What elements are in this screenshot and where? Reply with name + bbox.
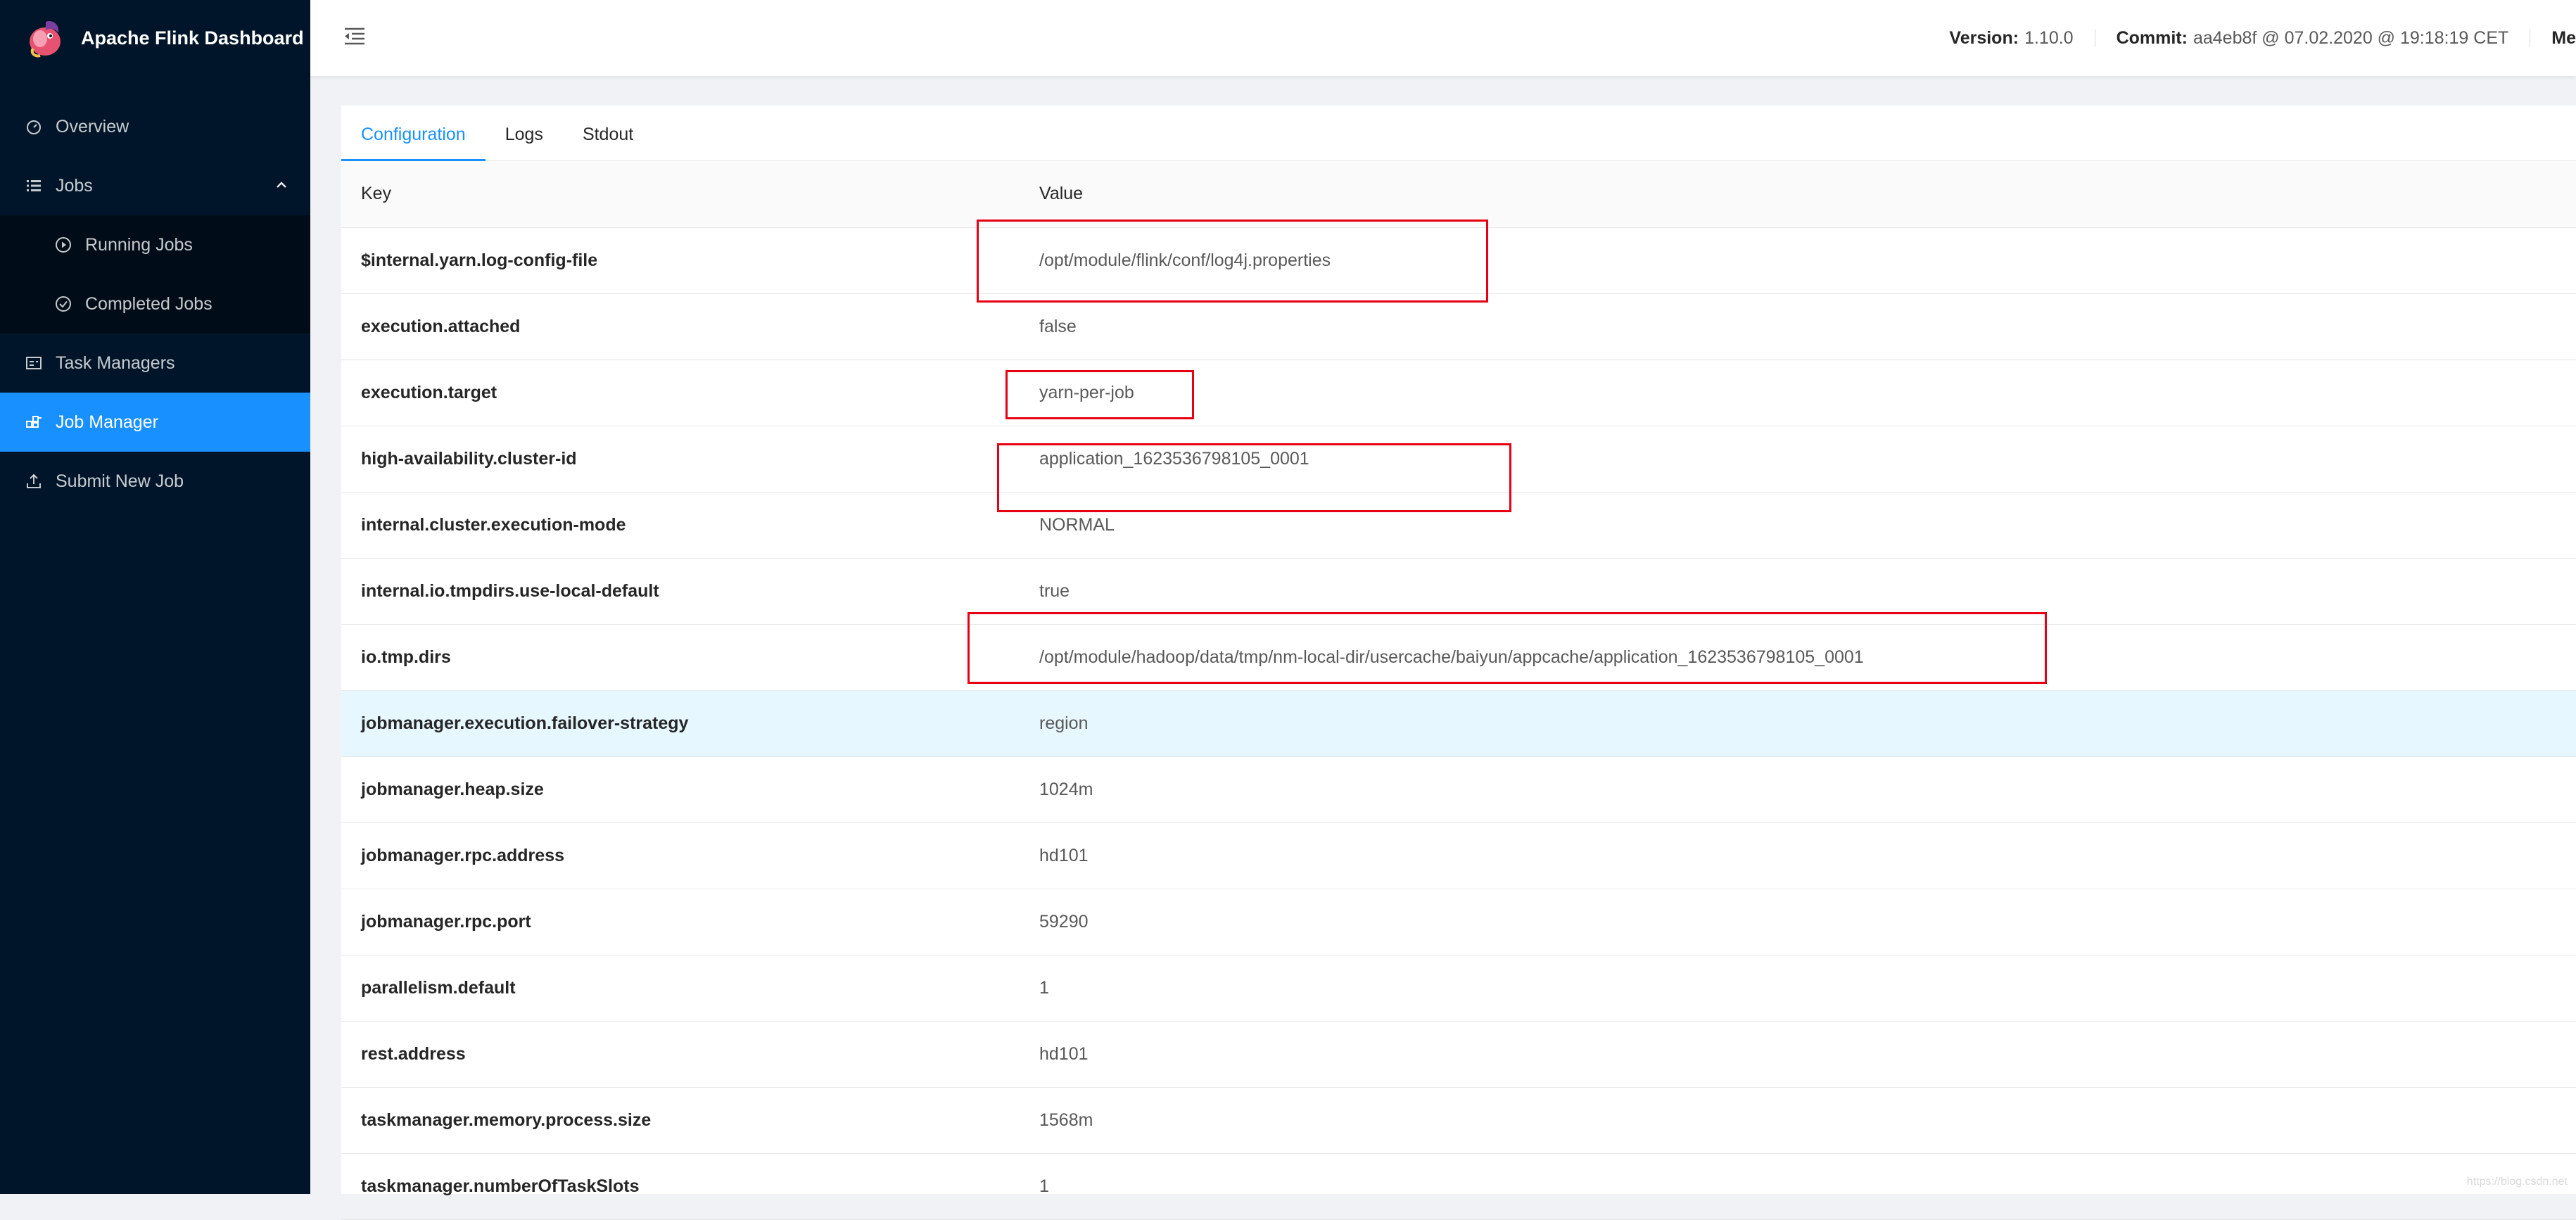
version-value: 1.10.0 — [2024, 28, 2074, 49]
sidebar-item-label: Running Jobs — [85, 235, 193, 255]
flink-logo-icon — [25, 18, 65, 58]
table-row: internal.cluster.execution-modeNORMAL — [341, 492, 2576, 558]
sidebar-item-label: Job Manager — [56, 412, 158, 433]
table-row: taskmanager.numberOfTaskSlots1 — [341, 1153, 2576, 1219]
sidebar-item-running-jobs[interactable]: Running Jobs — [0, 215, 310, 274]
list-icon — [25, 177, 43, 195]
table-row: jobmanager.heap.size1024m — [341, 756, 2576, 822]
config-key: internal.io.tmpdirs.use-local-default — [341, 558, 1020, 624]
config-key: high-availability.cluster-id — [341, 426, 1020, 492]
config-value: yarn-per-job — [1020, 360, 2576, 426]
config-key: jobmanager.execution.failover-strategy — [341, 690, 1020, 756]
logo[interactable]: Apache Flink Dashboard — [0, 0, 310, 76]
config-value: 1 — [1020, 1153, 2576, 1219]
config-key: jobmanager.rpc.address — [341, 822, 1020, 889]
config-key: jobmanager.rpc.port — [341, 889, 1020, 955]
sidebar-item-overview[interactable]: Overview — [0, 97, 310, 156]
tab-stdout[interactable]: Stdout — [563, 125, 653, 160]
sidebar-item-label: Completed Jobs — [85, 294, 212, 314]
upload-icon — [25, 472, 43, 490]
menu-fold-icon[interactable] — [342, 24, 367, 49]
sidebar-item-label: Submit New Job — [56, 471, 184, 492]
build-info: Version: 1.10.0 Commit: aa4eb8f @ 07.02.… — [1949, 0, 2576, 76]
config-key: execution.attached — [341, 293, 1020, 360]
tab-bar: Configuration Logs Stdout — [341, 106, 2576, 161]
table-row: jobmanager.rpc.addresshd101 — [341, 822, 2576, 889]
table-row: parallelism.default1 — [341, 955, 2576, 1021]
config-value: false — [1020, 293, 2576, 360]
sidebar-item-jobs[interactable]: Jobs — [0, 156, 310, 215]
table-row: internal.io.tmpdirs.use-local-defaulttru… — [341, 558, 2576, 624]
table-row: execution.attachedfalse — [341, 293, 2576, 360]
config-value: 1568m — [1020, 1087, 2576, 1153]
table-row: high-availability.cluster-idapplication_… — [341, 426, 2576, 492]
config-value: hd101 — [1020, 822, 2576, 889]
table-row-hovered: jobmanager.execution.failover-strategyre… — [341, 690, 2576, 756]
job-manager-panel: Configuration Logs Stdout Key Value $int… — [341, 106, 2576, 1194]
watermark: https://blog.csdn.net — [2467, 1176, 2568, 1188]
configuration-table: Key Value $internal.yarn.log-config-file… — [341, 161, 2576, 1220]
sidebar-item-label: Overview — [56, 117, 129, 137]
column-header-key[interactable]: Key — [341, 161, 1020, 227]
sidebar-item-label: Task Managers — [56, 353, 175, 374]
table-row: io.tmp.dirs/opt/module/hadoop/data/tmp/n… — [341, 624, 2576, 690]
sidebar-item-label: Jobs — [56, 176, 93, 196]
config-value: application_1623536798105_0001 — [1020, 426, 2576, 492]
config-key: internal.cluster.execution-mode — [341, 492, 1020, 558]
config-key: taskmanager.numberOfTaskSlots — [341, 1153, 1020, 1219]
config-key: execution.target — [341, 360, 1020, 426]
cluster-icon — [25, 413, 43, 431]
config-value: 59290 — [1020, 889, 2576, 955]
check-circle-icon — [54, 295, 72, 313]
config-key: rest.address — [341, 1021, 1020, 1087]
config-value: true — [1020, 558, 2576, 624]
tab-configuration[interactable]: Configuration — [341, 125, 486, 160]
sidebar-item-completed-jobs[interactable]: Completed Jobs — [0, 274, 310, 333]
config-key: $internal.yarn.log-config-file — [341, 227, 1020, 293]
config-value: /opt/module/flink/conf/log4j.properties — [1020, 227, 2576, 293]
tab-logs[interactable]: Logs — [486, 125, 563, 160]
chevron-up-icon — [274, 177, 289, 193]
config-value: 1024m — [1020, 756, 2576, 822]
config-key: parallelism.default — [341, 955, 1020, 1021]
config-key: taskmanager.memory.process.size — [341, 1087, 1020, 1153]
version-label: Version: — [1949, 28, 2019, 49]
table-row: jobmanager.rpc.port59290 — [341, 889, 2576, 955]
config-value: NORMAL — [1020, 492, 2576, 558]
column-header-value[interactable]: Value — [1020, 161, 2576, 227]
play-circle-icon — [54, 236, 72, 254]
top-header: Version: 1.10.0 Commit: aa4eb8f @ 07.02.… — [310, 0, 2576, 76]
config-value: 1 — [1020, 955, 2576, 1021]
config-value: region — [1020, 690, 2576, 756]
sidebar-item-submit-new-job[interactable]: Submit New Job — [0, 452, 310, 511]
commit-value: aa4eb8f @ 07.02.2020 @ 19:18:19 CET — [2193, 28, 2508, 49]
config-value: /opt/module/hadoop/data/tmp/nm-local-dir… — [1020, 624, 2576, 690]
table-row: taskmanager.memory.process.size1568m — [341, 1087, 2576, 1153]
config-key: io.tmp.dirs — [341, 624, 1020, 690]
config-key: jobmanager.heap.size — [341, 756, 1020, 822]
config-value: hd101 — [1020, 1021, 2576, 1087]
sidebar: Apache Flink Dashboard Overview Jobs Run… — [0, 0, 310, 1194]
sidebar-item-job-manager[interactable]: Job Manager — [0, 393, 310, 452]
table-header-row: Key Value — [341, 161, 2576, 227]
commit-label: Commit: — [2117, 28, 2188, 49]
dashboard-icon — [25, 117, 43, 136]
table-row: rest.addresshd101 — [341, 1021, 2576, 1087]
sidebar-item-task-managers[interactable]: Task Managers — [0, 333, 310, 393]
truncated-header-item: Me — [2551, 28, 2576, 49]
sidebar-menu: Overview Jobs Running Jobs Completed Job… — [0, 97, 310, 511]
table-row: $internal.yarn.log-config-file/opt/modul… — [341, 227, 2576, 293]
schedule-icon — [25, 354, 43, 372]
table-row: execution.targetyarn-per-job — [341, 360, 2576, 426]
app-title: Apache Flink Dashboard — [81, 27, 304, 49]
